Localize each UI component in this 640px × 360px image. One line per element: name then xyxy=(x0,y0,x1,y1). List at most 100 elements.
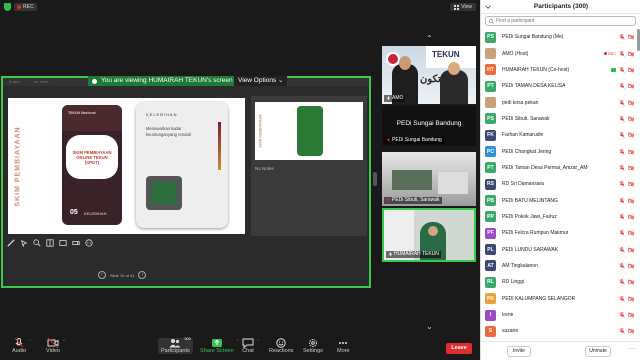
search-box[interactable] xyxy=(485,16,636,26)
mic-muted-icon[interactable] xyxy=(619,83,625,89)
mic-muted-icon[interactable] xyxy=(619,34,625,40)
video-off-icon[interactable] xyxy=(628,83,634,89)
search-input[interactable] xyxy=(496,18,626,24)
caret-up-icon[interactable]: ^ xyxy=(63,338,65,343)
video-off-icon[interactable] xyxy=(628,67,634,73)
participant-row[interactable]: AT AM Tingkalanon xyxy=(481,258,637,274)
subtitles-icon[interactable] xyxy=(59,239,67,247)
video-off-icon[interactable] xyxy=(628,263,634,269)
video-off-icon[interactable] xyxy=(628,148,634,155)
mic-muted-icon[interactable] xyxy=(619,214,625,220)
grid-view-icon[interactable] xyxy=(46,239,54,247)
leave-button[interactable]: Leave xyxy=(446,343,472,354)
mic-muted-icon[interactable] xyxy=(619,165,625,171)
mic-muted-icon[interactable] xyxy=(619,67,625,73)
video-off-icon[interactable] xyxy=(628,328,634,334)
video-off-icon[interactable] xyxy=(628,279,634,285)
video-off-icon[interactable] xyxy=(628,132,634,138)
video-button[interactable]: Video ^ xyxy=(46,338,65,354)
security-shield-icon[interactable] xyxy=(4,3,11,11)
mic-muted-icon[interactable] xyxy=(619,263,625,269)
participant-row[interactable]: Ssuzane xyxy=(481,323,637,339)
participant-row[interactable]: PP PEDi Pokok Jawi_Fairuz xyxy=(481,209,637,225)
mic-muted-icon[interactable] xyxy=(619,279,625,285)
more-dots-icon[interactable]: ··· xyxy=(629,346,635,352)
audio-button[interactable]: Audio ^ xyxy=(12,338,31,354)
video-off-icon[interactable] xyxy=(628,247,634,253)
mic-muted-icon[interactable] xyxy=(619,197,625,204)
chevron-down-icon[interactable]: ⌄ xyxy=(426,322,433,331)
video-off-icon[interactable] xyxy=(628,296,634,302)
mic-muted-icon[interactable] xyxy=(619,50,625,57)
reactions-button[interactable]: Reactions xyxy=(269,338,293,354)
video-off-icon[interactable] xyxy=(628,50,634,57)
video-off-icon[interactable] xyxy=(628,214,634,220)
mic-muted-icon[interactable] xyxy=(619,312,625,318)
unmute-button[interactable]: Unmute xyxy=(585,346,611,357)
chat-label: Chat xyxy=(242,348,254,354)
participant-row[interactable]: I Irene xyxy=(481,307,637,323)
share-screen-button[interactable]: Share Screen ^ xyxy=(200,338,239,354)
participant-row[interactable]: PS PEDi Sungai Bandung (Me) xyxy=(481,29,637,45)
video-off-icon[interactable] xyxy=(628,99,634,106)
caret-up-icon[interactable]: ^ xyxy=(29,338,31,343)
video-tile-active-speaker[interactable]: HUMAIRAH TEKUN xyxy=(382,208,476,262)
mic-muted-icon[interactable] xyxy=(619,132,625,138)
participant-row[interactable]: PT PEDi Taman Desa Permai_Amzar_AM xyxy=(481,160,637,176)
more-options-icon[interactable] xyxy=(85,239,93,247)
participant-row[interactable]: PT PEDi TAMAN DESA KELISA xyxy=(481,78,637,94)
participant-row[interactable]: PC PEDi Changkat Jering xyxy=(481,143,637,159)
pen-icon[interactable] xyxy=(7,239,15,247)
video-off-icon[interactable] xyxy=(628,181,634,187)
zoom-icon[interactable] xyxy=(33,239,41,247)
caret-up-icon[interactable]: ^ xyxy=(237,338,239,343)
participant-row[interactable]: PK PEDI KALUMPANG SELANGOR xyxy=(481,291,637,307)
slide-right-title: KELEBIHAN xyxy=(146,112,178,117)
video-tile[interactable]: TEKUN تكون AMO xyxy=(382,46,476,104)
view-options-button[interactable]: View Options ⌄ xyxy=(234,76,288,86)
mic-muted-icon[interactable] xyxy=(619,230,625,236)
laser-icon[interactable] xyxy=(20,239,28,247)
prev-slide-icon[interactable]: ‹ xyxy=(98,271,106,279)
participant-row[interactable]: FK Farhan Kamarudin xyxy=(481,127,637,143)
video-off-icon[interactable] xyxy=(628,312,634,318)
mic-muted-icon[interactable] xyxy=(619,295,625,302)
caret-up-icon[interactable]: ^ xyxy=(257,338,259,343)
video-off-icon[interactable] xyxy=(628,230,634,236)
chevron-down-icon[interactable] xyxy=(485,4,491,10)
mic-muted-icon[interactable] xyxy=(619,328,625,334)
mic-muted-icon[interactable] xyxy=(619,99,625,106)
participant-row[interactable]: RL RD Linggi xyxy=(481,274,637,290)
video-off-icon[interactable] xyxy=(628,116,634,122)
mic-muted-icon[interactable] xyxy=(619,148,625,155)
participant-row[interactable]: PL PEDi LUNDU SARAWAK xyxy=(481,241,637,257)
smiley-icon xyxy=(276,338,286,348)
camera-icon[interactable] xyxy=(72,239,80,247)
mic-muted-icon[interactable] xyxy=(619,181,625,187)
participant-row[interactable]: pedi kosa pekan xyxy=(481,94,637,110)
recording-badge[interactable]: REC xyxy=(14,3,37,11)
more-button[interactable]: More xyxy=(337,338,350,354)
view-button[interactable]: View xyxy=(450,3,476,11)
invite-button[interactable]: Invite xyxy=(507,346,531,357)
participant-row[interactable]: PS PEDi Sibuti, Sarawak xyxy=(481,111,637,127)
video-tile[interactable]: PEDi Sungai Bandung PEDi Sungai Bandung xyxy=(382,106,476,146)
participant-row[interactable]: HT HUMAIRAH TEKUN (Co-host) xyxy=(481,62,637,78)
panel-resize-handle[interactable] xyxy=(373,172,377,186)
participant-row[interactable]: PB PEDi BATU MELINTANG xyxy=(481,192,637,208)
participants-button[interactable]: 300 Participants xyxy=(158,337,193,354)
video-tile[interactable]: PEDi Sibuti, Sarawak xyxy=(382,152,476,206)
chat-button[interactable]: Chat ^ xyxy=(242,338,259,354)
settings-button[interactable]: Settings xyxy=(303,338,323,354)
mic-muted-icon[interactable] xyxy=(619,116,625,122)
participant-row[interactable]: PF PEDi Felcra Rumpun Makmur xyxy=(481,225,637,241)
mic-muted-icon[interactable] xyxy=(619,246,625,253)
chevron-up-icon[interactable]: ⌃ xyxy=(426,34,433,43)
video-off-icon[interactable] xyxy=(628,197,634,204)
shared-screen[interactable]: ▪▪ ▪▪▪▪▪▪ ▪▪▪▪ ▪▪▪▪▪▪▪ SKIM PEMBIAYAAN T… xyxy=(1,76,371,288)
next-slide-icon[interactable]: › xyxy=(138,271,147,279)
video-off-icon[interactable] xyxy=(628,165,634,171)
participant-row[interactable]: AMO (Host) REC xyxy=(481,45,637,61)
video-off-icon[interactable] xyxy=(628,34,634,40)
participant-row[interactable]: RS RD Sri Damansara xyxy=(481,176,637,192)
